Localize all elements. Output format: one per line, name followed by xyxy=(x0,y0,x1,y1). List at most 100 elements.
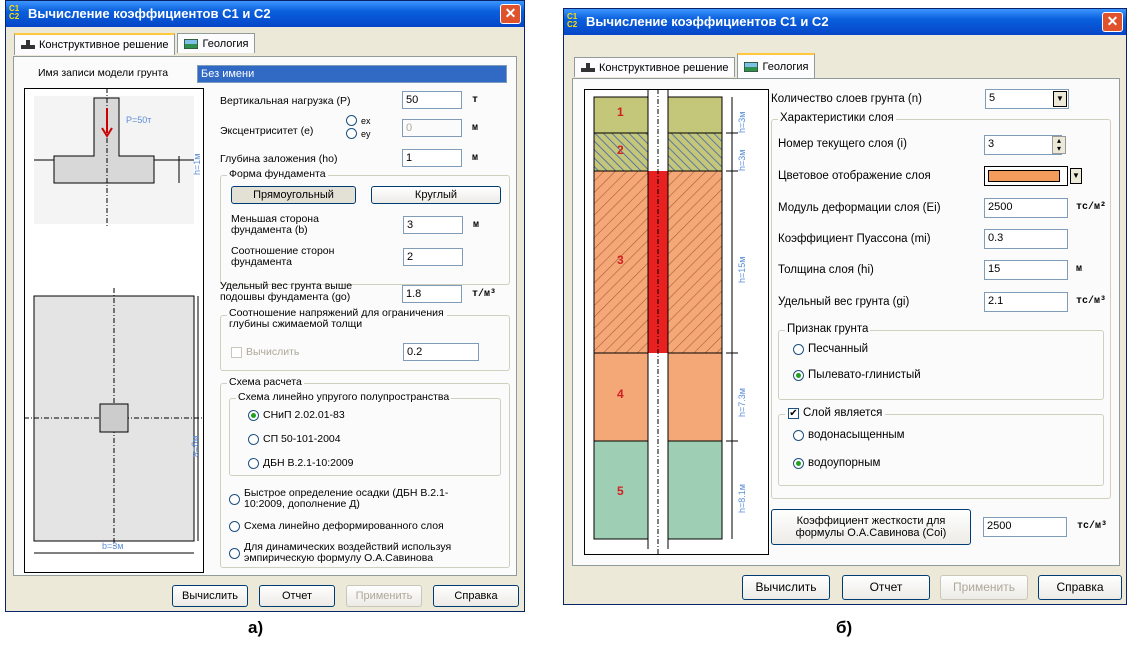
vertical-load-input[interactable]: 50 xyxy=(402,91,462,109)
right-tab-panel: 1 2 3 4 5 h=3м h=3м h=15м h=7.3м h=8.1м … xyxy=(572,78,1120,566)
layer-height-3: h=15м xyxy=(737,256,747,283)
radio-dot xyxy=(248,457,259,469)
report-button[interactable]: Отчет xyxy=(259,585,335,607)
smaller-side-input[interactable]: 3 xyxy=(403,216,463,234)
unit-weight-unit: т/м³ xyxy=(472,289,497,300)
radio-label: Для динамических воздействий используя э… xyxy=(244,541,452,564)
soil-type-title: Признак грунта xyxy=(785,323,871,335)
stress-ratio-title: Соотношение напряжений для ограничения г… xyxy=(227,308,447,330)
spin-buttons[interactable]: ▴ ▾ xyxy=(1052,136,1066,154)
unit-weight-label: Удельный вес грунта выше подошвы фундаме… xyxy=(220,280,353,303)
radio-dot xyxy=(229,493,240,505)
round-shape-button[interactable]: Круглый xyxy=(371,186,501,204)
stress-ratio-input[interactable]: 0.2 xyxy=(403,343,479,361)
layer-number-3: 3 xyxy=(617,253,624,267)
aquiclude-radio[interactable]: водоупорным xyxy=(793,457,880,469)
sp-radio[interactable]: СП 50-101-2004 xyxy=(248,433,341,445)
layer-props-group: Характеристики слоя Номер текущего слоя … xyxy=(771,112,1111,499)
shape-group-title: Форма фундамента xyxy=(227,168,328,180)
poisson-input[interactable]: 0.3 xyxy=(984,229,1068,249)
apply-button[interactable]: Применить xyxy=(346,585,422,607)
calc-checkbox[interactable]: Вычислить xyxy=(231,346,299,358)
dbn-radio[interactable]: ДБН В.2.1-10:2009 xyxy=(248,457,353,469)
clay-radio[interactable]: Пылевато-глинистый xyxy=(793,369,921,381)
right-tab-strip: Конструктивное решение Геология xyxy=(574,53,817,79)
close-button[interactable]: ✕ xyxy=(1102,12,1123,32)
help-button[interactable]: Справка xyxy=(1038,575,1122,600)
quick-settlement-radio[interactable]: Быстрое определение осадки (ДБН В.2.1-10… xyxy=(229,488,464,510)
thickness-input[interactable]: 15 xyxy=(984,260,1068,280)
ratio-input[interactable]: 2 xyxy=(403,248,463,266)
left-tab-strip: Конструктивное решение Геология xyxy=(14,33,257,55)
checkbox-label: Вычислить xyxy=(246,346,300,358)
c1c2-app-icon: С1 С2 xyxy=(567,12,578,29)
stress-ratio-group: Соотношение напряжений для ограничения г… xyxy=(220,308,510,371)
tab-construction[interactable]: Конструктивное решение xyxy=(574,57,736,77)
eccentricity-input[interactable]: 0 xyxy=(402,119,462,137)
side-b-label: b=3м xyxy=(102,541,124,551)
radio-label: ey xyxy=(361,128,371,139)
radio-label: Пылевато-глинистый xyxy=(808,369,921,381)
elastic-subgroup: Схема линейно упругого полупространства … xyxy=(229,391,501,476)
layer-number-2: 2 xyxy=(617,143,624,157)
chevron-down-icon[interactable]: ▼ xyxy=(1053,91,1067,107)
unit-weight-input[interactable]: 2.1 xyxy=(984,292,1068,312)
saturated-radio[interactable]: водонасыщенным xyxy=(793,429,905,441)
right-title-bar: С1 С2 Вычисление коэффициентов С1 и С2 ✕ xyxy=(564,9,1126,35)
left-title-bar: С1 С2 Вычисление коэффициентов С1 и С2 ✕ xyxy=(6,1,524,27)
depth-input[interactable]: 1 xyxy=(402,149,462,167)
radio-label: Песчанный xyxy=(808,343,869,355)
caption-b: б) xyxy=(836,618,853,637)
radio-label: ex xyxy=(361,115,371,126)
report-button[interactable]: Отчет xyxy=(842,575,930,600)
layer-height-5: h=8.1м xyxy=(737,484,747,513)
layer-color-swatch[interactable] xyxy=(984,166,1068,186)
layer-height-2: h=3м xyxy=(737,149,747,171)
current-layer-input[interactable]: 3 xyxy=(984,135,1062,155)
model-name-input[interactable]: Без имени xyxy=(197,65,507,83)
dynamic-radio[interactable]: Для динамических воздействий используя э… xyxy=(229,542,484,564)
layer-is-group: ✔ Слой является водонасыщенным водоупорны… xyxy=(778,407,1104,486)
modulus-input[interactable]: 2500 xyxy=(984,198,1068,218)
stiffness-button[interactable]: Коэффициент жесткости для формулы О.А.Са… xyxy=(771,509,971,545)
side-a-label: a=6м xyxy=(190,435,200,457)
vertical-load-unit: т xyxy=(472,95,479,106)
layers-icon xyxy=(744,62,759,72)
right-dialog-window: С1 С2 Вычисление коэффициентов С1 и С2 ✕ … xyxy=(563,8,1127,605)
radio-dot xyxy=(346,115,357,126)
sandy-radio[interactable]: Песчанный xyxy=(793,343,868,355)
snip-radio[interactable]: СНиП 2.02.01-83 xyxy=(248,409,345,421)
chevron-down-icon[interactable]: ▼ xyxy=(1070,168,1082,184)
tab-geology[interactable]: Геология xyxy=(737,53,816,79)
depth-label: Глубина заложения (ho) xyxy=(220,153,338,165)
modulus-label: Модуль деформации слоя (Ei) xyxy=(778,202,941,214)
smaller-side-unit: м xyxy=(473,220,480,231)
depth-unit: м xyxy=(472,153,479,164)
rect-shape-button[interactable]: Прямоугольный xyxy=(231,186,356,204)
tab-label: Геология xyxy=(762,61,809,73)
deformed-layer-radio[interactable]: Схема линейно деформированного слоя xyxy=(229,520,444,532)
help-button[interactable]: Справка xyxy=(433,585,519,607)
layer-height-1: h=3м xyxy=(737,111,747,133)
layers-icon xyxy=(184,38,199,49)
layer-is-checkbox[interactable]: ✔ Слой является xyxy=(785,407,886,419)
radio-label: Схема линейно деформированного слоя xyxy=(244,520,444,532)
apply-button[interactable]: Применить xyxy=(940,575,1028,600)
shape-group: Форма фундамента Прямоугольный Круглый М… xyxy=(220,168,510,285)
stiffness-input[interactable]: 2500 xyxy=(983,517,1067,537)
tab-construction[interactable]: Конструктивное решение xyxy=(14,33,176,55)
ex-radio[interactable]: ex xyxy=(346,115,371,126)
tab-geology[interactable]: Геология xyxy=(177,33,256,53)
caption-a: а) xyxy=(248,618,264,637)
radio-label: водоупорным xyxy=(808,457,881,469)
ey-radio[interactable]: ey xyxy=(346,128,371,139)
calculate-button[interactable]: Вычислить xyxy=(172,585,248,607)
color-fill xyxy=(988,170,1060,182)
radio-label: Быстрое определение осадки (ДБН В.2.1-10… xyxy=(244,487,449,510)
close-button[interactable]: ✕ xyxy=(500,4,521,24)
unit-weight-input[interactable]: 1.8 xyxy=(402,285,462,303)
radio-dot xyxy=(248,409,259,421)
soil-type-group: Признак грунта Песчанный Пылевато-глинис… xyxy=(778,323,1104,400)
calculate-button[interactable]: Вычислить xyxy=(742,575,830,600)
left-window-title: Вычисление коэффициентов С1 и С2 xyxy=(28,6,271,21)
